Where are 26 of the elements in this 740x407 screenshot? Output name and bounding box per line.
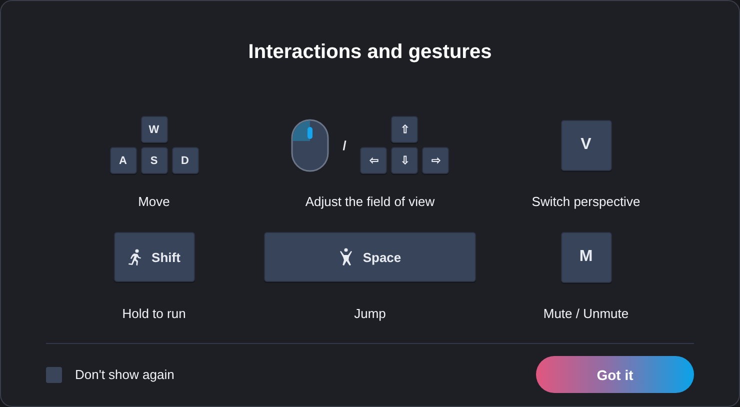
keyboard-key: D	[172, 147, 198, 174]
control-description: Switch perspective	[532, 194, 640, 210]
dialog-title: Interactions and gestures	[247, 40, 493, 64]
keyboard-key: ⇨	[422, 147, 450, 174]
checkbox[interactable]	[46, 366, 62, 382]
control-description: Jump	[354, 306, 386, 322]
running-person-icon	[128, 248, 142, 266]
keyboard-key: ⇧	[391, 116, 418, 143]
control-description: Mute / Unmute	[543, 306, 629, 322]
separator-slash: /	[342, 138, 346, 152]
keyboard-key: Space	[264, 232, 476, 282]
keyboard-key: ⇩	[391, 147, 418, 174]
jumping-person-icon	[338, 248, 353, 266]
keyboard-key: W	[140, 116, 168, 143]
keyboard-key: ⇦	[360, 147, 388, 174]
got-it-button[interactable]: Got it	[536, 356, 694, 393]
keyboard-key: Shift	[114, 232, 194, 282]
mouse-icon	[290, 118, 329, 172]
control-description: Move	[138, 194, 170, 210]
keyboard-key: M	[560, 232, 612, 282]
checkbox-label: Don't show again	[75, 367, 174, 382]
keyboard-key: S	[140, 147, 168, 174]
control-description: Adjust the field of view	[305, 194, 435, 210]
control-description: Hold to run	[122, 306, 186, 322]
keyboard-key: A	[110, 147, 136, 174]
keyboard-key: V	[560, 120, 612, 170]
